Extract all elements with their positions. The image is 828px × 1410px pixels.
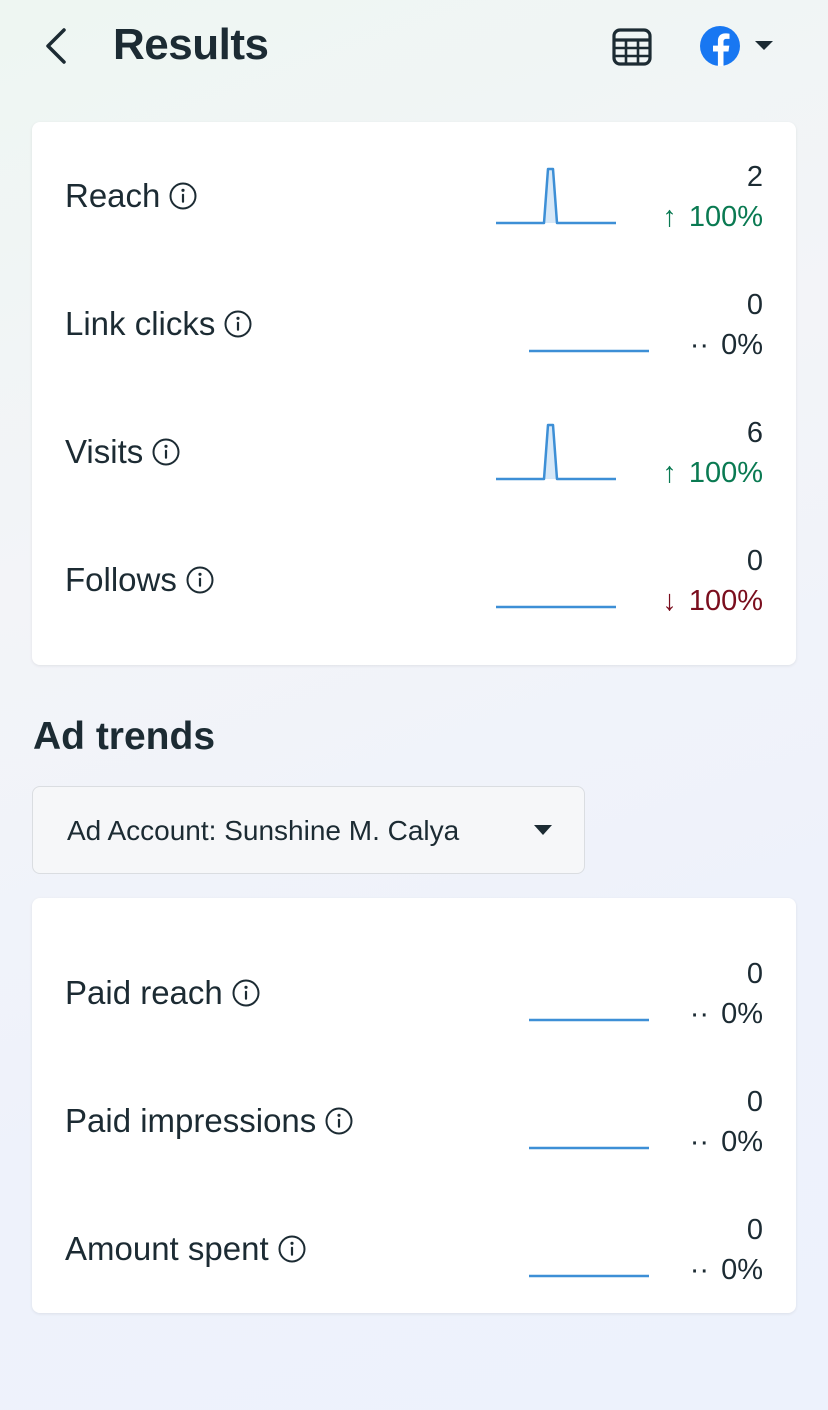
info-icon[interactable] [325, 1107, 353, 1135]
metric-label-text: Reach [65, 177, 161, 214]
sparkline-chart [529, 1146, 649, 1150]
back-chevron-icon [46, 28, 66, 64]
info-icon[interactable] [232, 979, 260, 1007]
sparkline [529, 1088, 651, 1157]
facebook-icon [700, 26, 740, 66]
metric-label-text: Follows [65, 561, 177, 598]
metric-change: ·· 0% [690, 1126, 763, 1159]
metric-value: 2 [746, 161, 763, 193]
metric-value: 0 [746, 958, 763, 990]
metric-value: 0 [746, 545, 763, 577]
info-icon[interactable] [169, 182, 197, 210]
metric-label: Amount spent [65, 1230, 306, 1268]
sparkline-line [496, 423, 616, 481]
neutral-dots-icon: ·· [689, 1126, 710, 1158]
sparkline-line [496, 167, 616, 225]
metric-label-text: Visits [65, 433, 144, 470]
info-icon[interactable] [278, 1235, 306, 1263]
metric-change: ·· 0% [690, 998, 763, 1031]
sparkline-chart [496, 167, 616, 225]
metric-label: Visits [65, 433, 180, 471]
metric-label-text: Paid impressions [65, 1102, 317, 1139]
metric-change-percent: 100% [688, 201, 763, 233]
info-icon[interactable] [152, 438, 180, 466]
metric-row[interactable]: Reach 2 ↑ 100% [32, 117, 796, 245]
ad-account-label: Ad Account: Sunshine M. Calya [67, 815, 460, 846]
sparkline [529, 1216, 651, 1285]
metric-label: Follows [65, 561, 214, 599]
metric-change-percent: 0% [721, 329, 763, 361]
metric-label: Reach [65, 177, 197, 215]
account-switcher-button[interactable] [698, 24, 778, 68]
calendar-button[interactable] [610, 25, 654, 69]
sparkline [496, 547, 618, 616]
neutral-dots-icon: ·· [689, 1254, 710, 1286]
metric-label: Link clicks [65, 305, 252, 343]
arrow-up-icon: ↑ [662, 201, 677, 233]
sparkline-chart [496, 605, 616, 609]
metric-label-text: Amount spent [65, 1230, 269, 1267]
metric-label-text: Link clicks [65, 305, 216, 342]
metric-value: 6 [746, 417, 763, 449]
metric-label-text: Paid reach [65, 974, 223, 1011]
metric-change: ·· 0% [690, 1254, 763, 1287]
arrow-down-icon: ↓ [662, 585, 677, 617]
ad-trends-title: Ad trends [33, 715, 216, 758]
ad-account-dropdown[interactable]: Ad Account: Sunshine M. Calya [32, 786, 585, 874]
sparkline [529, 960, 651, 1029]
metric-row[interactable]: Amount spent 0 ·· 0% [32, 1170, 796, 1298]
back-button[interactable] [40, 24, 76, 68]
metric-change: ↓ 100% [662, 585, 763, 618]
results-card: Reach 2 ↑ 100% Link clicks 0 ·· 0% Visits 6 ↑ 100% F… [32, 122, 796, 665]
metric-label: Paid reach [65, 974, 260, 1012]
metric-change: ·· 0% [690, 329, 763, 362]
sparkline-chart [496, 423, 616, 481]
metric-row[interactable]: Follows 0 ↓ 100% [32, 501, 796, 629]
sparkline-chart [529, 1274, 649, 1278]
sparkline-chart [529, 349, 649, 353]
metric-row[interactable]: Paid impressions 0 ·· 0% [32, 1042, 796, 1170]
page-title: Results [113, 20, 269, 69]
info-icon[interactable] [224, 310, 252, 338]
ad-trends-card: Paid reach 0 ·· 0% Paid impressions 0 ·· 0% Amou… [32, 898, 796, 1313]
metric-value: 0 [746, 1214, 763, 1246]
info-icon[interactable] [186, 566, 214, 594]
arrow-up-icon: ↑ [662, 457, 677, 489]
metric-change-percent: 0% [721, 998, 763, 1030]
neutral-dots-icon: ·· [689, 329, 710, 361]
metric-change-percent: 100% [688, 457, 763, 489]
caret-down-icon [534, 825, 552, 835]
header: Results [0, 0, 828, 96]
metric-change-percent: 100% [688, 585, 763, 617]
caret-down-icon [755, 41, 773, 50]
metric-change: ↑ 100% [662, 457, 763, 490]
neutral-dots-icon: ·· [689, 998, 710, 1030]
metric-change: ↑ 100% [662, 201, 763, 234]
metric-value: 0 [746, 289, 763, 321]
sparkline [496, 163, 618, 232]
metric-value: 0 [746, 1086, 763, 1118]
sparkline-chart [529, 1018, 649, 1022]
metric-row[interactable]: Visits 6 ↑ 100% [32, 373, 796, 501]
calendar-icon [612, 28, 652, 66]
metric-label: Paid impressions [65, 1102, 353, 1140]
sparkline [529, 291, 651, 360]
metric-change-percent: 0% [721, 1126, 763, 1158]
metric-row[interactable]: Paid reach 0 ·· 0% [32, 914, 796, 1042]
metric-row[interactable]: Link clicks 0 ·· 0% [32, 245, 796, 373]
sparkline [496, 419, 618, 488]
metric-change-percent: 0% [721, 1254, 763, 1286]
